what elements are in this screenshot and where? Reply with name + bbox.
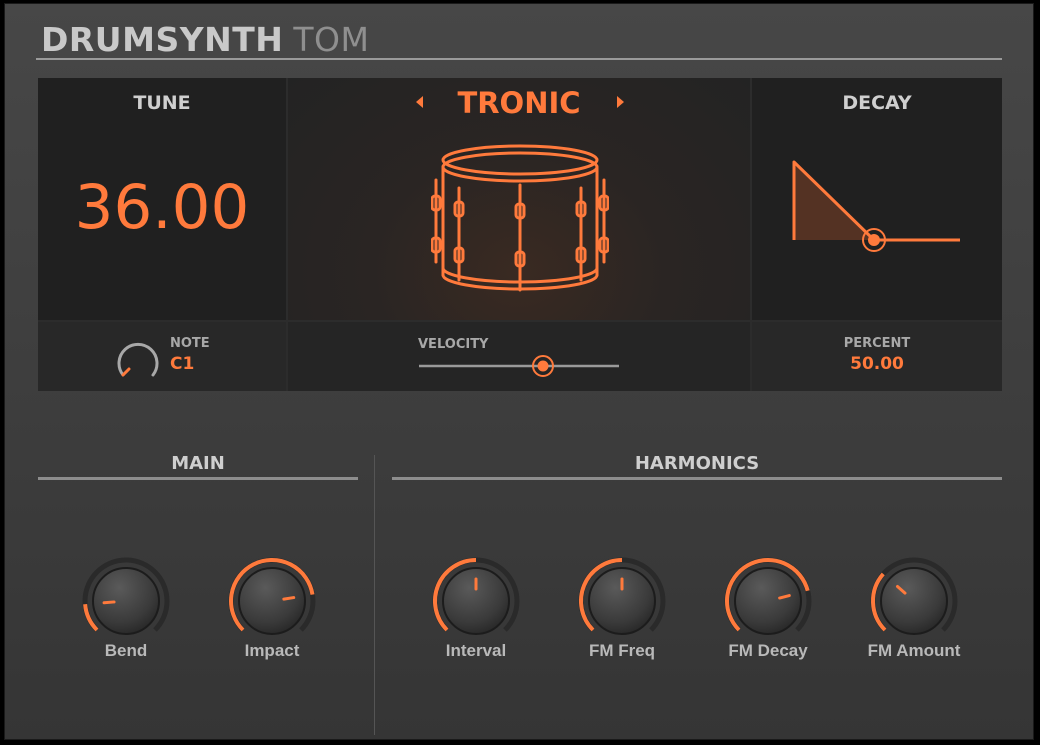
velocity-control: VELOCITY (288, 322, 750, 391)
display-panel: TUNE 36.00 TRONIC DECAY NOTE C1 VELOCITY… (38, 78, 1002, 391)
knob-dial-icon[interactable] (574, 553, 670, 649)
tune-title: TUNE (133, 92, 191, 114)
decay-display[interactable]: DECAY (752, 78, 1002, 320)
velocity-slider[interactable] (418, 352, 620, 380)
decay-envelope-graph[interactable] (782, 156, 968, 256)
fm-decay-knob-label: FM Decay (728, 641, 808, 660)
fm-decay-knob[interactable]: FM Decay (720, 553, 816, 679)
fm-amount-knob[interactable]: FM Amount (866, 553, 962, 679)
bend-knob-label: Bend (104, 641, 148, 660)
drum-icon (431, 144, 609, 292)
title-bold: DRUMSYNTH (41, 20, 284, 59)
knob-dial-icon[interactable] (224, 553, 320, 649)
knob-dial-icon[interactable] (720, 553, 816, 649)
harmonics-section-title: HARMONICS (634, 453, 760, 474)
section-divider (374, 455, 375, 735)
interval-knob-label: Interval (445, 641, 507, 660)
percent-value[interactable]: 50.00 (752, 354, 1002, 374)
decay-title: DECAY (842, 92, 912, 114)
main-section-title: MAIN (171, 453, 225, 474)
percent-control[interactable]: PERCENT 50.00 (752, 322, 1002, 391)
impact-knob-label: Impact (244, 641, 300, 660)
preset-display: TRONIC (288, 78, 750, 320)
bend-knob[interactable]: Bend (78, 553, 174, 679)
fm-freq-knob[interactable]: FM Freq (574, 553, 670, 679)
title-rule (36, 58, 1002, 60)
plugin-title: DRUMSYNTH TOM (41, 18, 369, 62)
knob-dial-icon[interactable] (78, 553, 174, 649)
note-label: NOTE (170, 336, 210, 351)
impact-knob[interactable]: Impact (224, 553, 320, 679)
harmonics-section-rule (392, 477, 1002, 480)
title-light: TOM (293, 20, 370, 59)
fm-amount-knob-label: FM Amount (867, 641, 961, 660)
note-value: C1 (170, 354, 195, 374)
preset-name[interactable]: TRONIC (288, 86, 750, 120)
right-arrow-icon[interactable] (617, 96, 624, 108)
percent-label: PERCENT (843, 336, 911, 351)
note-knob-icon[interactable] (116, 339, 160, 383)
knob-dial-icon[interactable] (866, 553, 962, 649)
fm-freq-knob-label: FM Freq (588, 641, 656, 660)
interval-knob[interactable]: Interval (428, 553, 524, 679)
note-control[interactable]: NOTE C1 (38, 322, 286, 391)
main-section-rule (38, 477, 358, 480)
velocity-label: VELOCITY (418, 337, 489, 352)
tune-value[interactable]: 36.00 (38, 172, 286, 243)
tune-display[interactable]: TUNE 36.00 (38, 78, 286, 320)
knob-dial-icon[interactable] (428, 553, 524, 649)
